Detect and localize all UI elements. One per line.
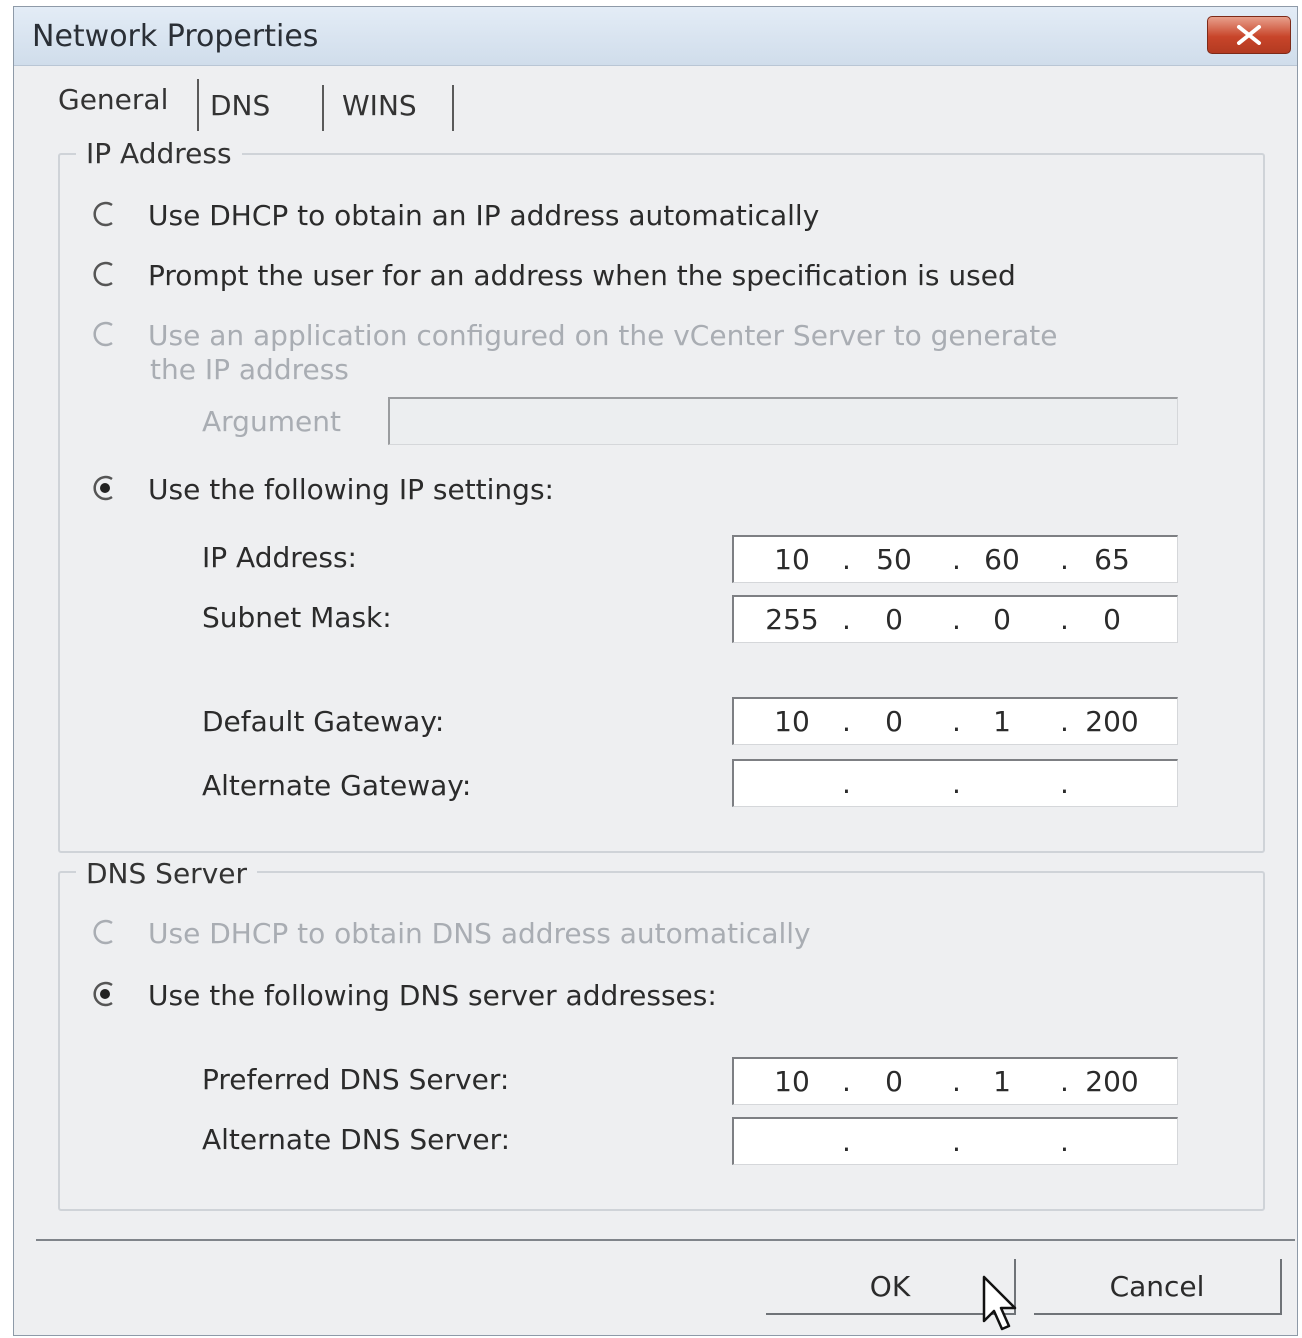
preferred-dns-octet-2: 0 bbox=[885, 1065, 903, 1098]
alternate-dns-input[interactable]: . . . bbox=[732, 1117, 1178, 1165]
preferred-dns-octet-4: 200 bbox=[1085, 1065, 1139, 1098]
preferred-dns-label: Preferred DNS Server: bbox=[202, 1063, 510, 1096]
preferred-dns-octet-3: 1 bbox=[993, 1065, 1011, 1098]
ok-button[interactable]: OK bbox=[766, 1259, 1016, 1315]
default-gateway-octet-3: 1 bbox=[993, 705, 1011, 738]
octet-dot: . bbox=[842, 603, 851, 636]
subnet-mask-octet-3: 0 bbox=[993, 603, 1011, 636]
close-icon bbox=[1237, 25, 1261, 45]
dhcp-dns-label: Use DHCP to obtain DNS address automatic… bbox=[148, 917, 811, 950]
octet-dot: . bbox=[1060, 543, 1069, 576]
default-gateway-octet-1: 10 bbox=[774, 705, 810, 738]
radio-following-ip-settings[interactable] bbox=[90, 473, 120, 503]
octet-dot: . bbox=[842, 1125, 851, 1158]
octet-dot: . bbox=[1060, 705, 1069, 738]
octet-dot: . bbox=[1060, 767, 1069, 800]
octet-dot: . bbox=[952, 543, 961, 576]
vcenter-application-label-line2: the IP address bbox=[150, 353, 349, 386]
preferred-dns-input[interactable]: 10 . 0 . 1 . 200 bbox=[732, 1057, 1178, 1105]
subnet-mask-octet-2: 0 bbox=[885, 603, 903, 636]
following-dns-servers-label: Use the following DNS server addresses: bbox=[148, 979, 717, 1012]
octet-dot: . bbox=[952, 1125, 961, 1158]
default-gateway-input[interactable]: 10 . 0 . 1 . 200 bbox=[732, 697, 1178, 745]
default-gateway-label: Default Gateway: bbox=[202, 705, 445, 738]
default-gateway-octet-2: 0 bbox=[885, 705, 903, 738]
ip-address-octet-3: 60 bbox=[984, 543, 1020, 576]
octet-dot: . bbox=[1060, 1065, 1069, 1098]
network-properties-dialog: Network Properties General DNS WINS IP A… bbox=[13, 6, 1298, 1336]
ip-address-label: IP Address: bbox=[202, 541, 357, 574]
octet-dot: . bbox=[952, 1065, 961, 1098]
subnet-mask-octet-1: 255 bbox=[765, 603, 819, 636]
following-ip-settings-label: Use the following IP settings: bbox=[148, 473, 554, 506]
ip-address-octet-2: 50 bbox=[876, 543, 912, 576]
tab-general[interactable]: General bbox=[58, 83, 168, 116]
octet-dot: . bbox=[842, 705, 851, 738]
tab-wins[interactable]: WINS bbox=[342, 89, 417, 122]
footer-divider bbox=[36, 1239, 1295, 1241]
radio-vcenter-application bbox=[90, 319, 120, 349]
tab-separator bbox=[197, 79, 199, 131]
ip-address-octet-4: 65 bbox=[1094, 543, 1130, 576]
title-bar: Network Properties bbox=[14, 7, 1297, 66]
radio-dhcp-ip[interactable] bbox=[90, 199, 120, 229]
radio-prompt-user[interactable] bbox=[90, 259, 120, 289]
octet-dot: . bbox=[952, 767, 961, 800]
cancel-button[interactable]: Cancel bbox=[1034, 1259, 1282, 1315]
argument-input bbox=[388, 397, 1178, 445]
octet-dot: . bbox=[842, 543, 851, 576]
preferred-dns-octet-1: 10 bbox=[774, 1065, 810, 1098]
octet-dot: . bbox=[952, 705, 961, 738]
octet-dot: . bbox=[1060, 1125, 1069, 1158]
tab-dns[interactable]: DNS bbox=[210, 89, 270, 122]
radio-following-dns-servers[interactable] bbox=[90, 979, 120, 1009]
ip-address-input[interactable]: 10 . 50 . 60 . 65 bbox=[732, 535, 1178, 583]
dhcp-ip-label: Use DHCP to obtain an IP address automat… bbox=[148, 199, 820, 232]
alternate-dns-label: Alternate DNS Server: bbox=[202, 1123, 511, 1156]
octet-dot: . bbox=[842, 767, 851, 800]
ip-address-group-label: IP Address bbox=[76, 137, 242, 170]
tab-separator bbox=[452, 85, 454, 131]
ip-address-octet-1: 10 bbox=[774, 543, 810, 576]
mouse-cursor-icon bbox=[982, 1275, 1017, 1331]
octet-dot: . bbox=[952, 603, 961, 636]
subnet-mask-octet-4: 0 bbox=[1103, 603, 1121, 636]
argument-label: Argument bbox=[202, 405, 341, 438]
alternate-gateway-label: Alternate Gateway: bbox=[202, 769, 472, 802]
alternate-gateway-input[interactable]: . . . bbox=[732, 759, 1178, 807]
radio-dhcp-dns bbox=[90, 917, 120, 947]
dns-server-group-label: DNS Server bbox=[76, 857, 257, 890]
default-gateway-octet-4: 200 bbox=[1085, 705, 1139, 738]
tab-separator bbox=[322, 85, 324, 131]
subnet-mask-label: Subnet Mask: bbox=[202, 601, 392, 634]
window-title: Network Properties bbox=[32, 19, 319, 54]
prompt-user-label: Prompt the user for an address when the … bbox=[148, 259, 1016, 292]
octet-dot: . bbox=[1060, 603, 1069, 636]
octet-dot: . bbox=[842, 1065, 851, 1098]
subnet-mask-input[interactable]: 255 . 0 . 0 . 0 bbox=[732, 595, 1178, 643]
vcenter-application-label-line1: Use an application configured on the vCe… bbox=[148, 319, 1058, 352]
close-button[interactable] bbox=[1207, 16, 1291, 54]
